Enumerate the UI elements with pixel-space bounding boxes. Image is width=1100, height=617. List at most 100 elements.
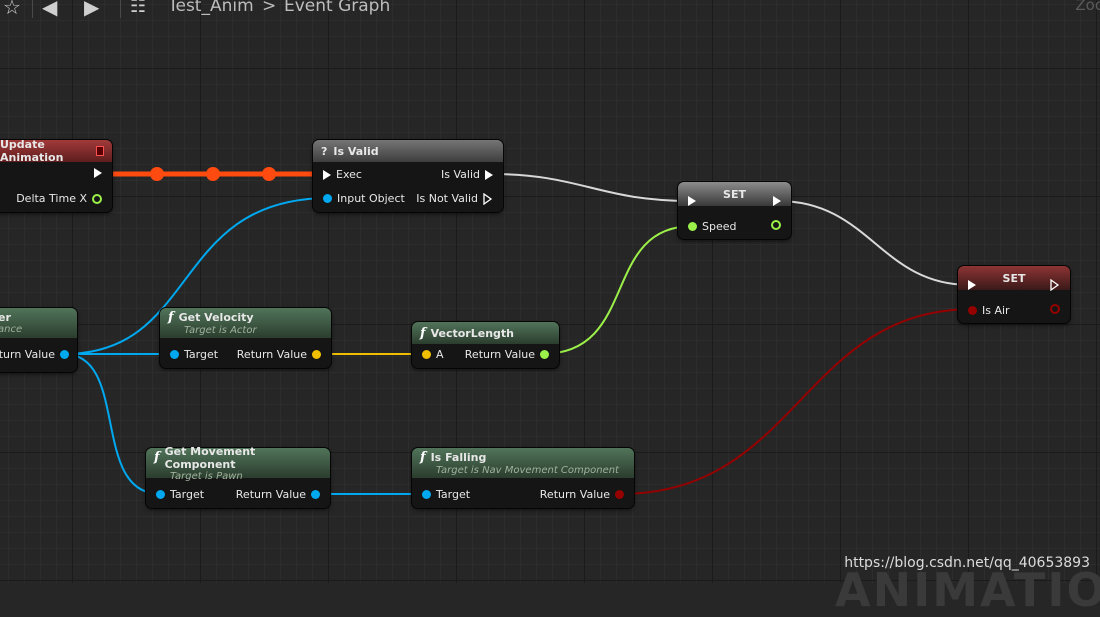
object-pin-icon (170, 350, 179, 359)
wire-flow-dot (206, 167, 220, 181)
back-arrow-icon[interactable]: ◀ (42, 0, 57, 17)
a-pin[interactable]: A (422, 348, 444, 361)
try-get-pawn-owner-node[interactable]: er ance eturn Value (0, 308, 77, 372)
background-watermark-text: ANIMATIO (835, 563, 1100, 617)
node-title: VectorLength (430, 326, 514, 340)
favorite-star-icon[interactable]: ☆ (3, 0, 21, 17)
vector-pin-icon (312, 350, 321, 359)
exec-in-pin[interactable]: Exec (323, 168, 362, 181)
pin-label: A (436, 348, 444, 361)
pin-label: Target (436, 488, 471, 501)
function-icon: f (168, 310, 174, 325)
return-value-pin[interactable]: Return Value (236, 488, 320, 501)
pin-label: Input Object (337, 192, 405, 205)
set-is-air-node[interactable]: SET Is Air (958, 266, 1070, 323)
object-pin-icon (323, 194, 332, 203)
node-subtitle: ance (0, 324, 23, 335)
speed-pin[interactable]: Speed (688, 220, 736, 233)
wire-flow-dot (262, 167, 276, 181)
pin-label: Return Value (464, 348, 535, 361)
event-delegate-icon[interactable] (95, 146, 104, 156)
vector-length-node[interactable]: f VectorLength A Return Value (412, 322, 559, 368)
target-pin[interactable]: Target (170, 348, 218, 361)
return-value-pin[interactable]: Return Value (237, 348, 321, 361)
node-title: Is Falling (430, 451, 487, 464)
get-movement-component-node[interactable]: f Get Movement Component Target is Pawn … (146, 444, 330, 508)
input-object-pin[interactable]: Input Object (323, 192, 405, 205)
update-animation-node[interactable]: Update Animation Delta Time X (0, 138, 112, 212)
function-icon: f (420, 450, 426, 465)
speed-out-pin[interactable] (771, 220, 781, 230)
target-pin[interactable]: Target (156, 488, 204, 501)
pin-label: eturn Value (0, 348, 55, 361)
target-pin[interactable]: Target (422, 488, 470, 501)
node-header: f Get Velocity Target is Actor (160, 308, 331, 338)
breadcrumb-separator: > (262, 0, 277, 16)
exec-wire-isvalid-setspeed (491, 173, 691, 202)
get-velocity-node[interactable]: f Get Velocity Target is Actor Target Re… (160, 308, 331, 368)
exec-wire-setspeed-setisair (777, 200, 971, 286)
pin-label: Is Not Valid (416, 192, 478, 205)
pin-label: Target (184, 348, 219, 361)
float-wire-length-speed (541, 225, 694, 355)
node-title: SET (723, 187, 746, 201)
bool-wire-isfalling-isair (618, 308, 975, 495)
node-title: Update Animation (0, 138, 64, 164)
graph-tree-icon[interactable]: ☷ (130, 0, 146, 17)
pin-label: Is Valid (441, 168, 480, 181)
function-icon: f (154, 450, 160, 465)
zoom-label: Zoo (1075, 0, 1100, 14)
object-pin-icon (60, 350, 69, 359)
node-title: Get Movement Component (164, 444, 256, 471)
delta-time-pin[interactable]: Delta Time X (16, 192, 102, 205)
exec-in-pin[interactable] (968, 280, 976, 290)
breadcrumb-graph[interactable]: Event Graph (284, 0, 390, 16)
return-value-pin[interactable]: Return Value (465, 348, 549, 361)
float-pin-icon (771, 220, 781, 230)
bool-pin-icon (968, 306, 977, 315)
exec-in-pin[interactable] (688, 196, 696, 206)
node-header: ? Is Valid (313, 140, 503, 162)
toolbar-divider (120, 0, 121, 18)
question-mark-icon: ? (321, 144, 328, 158)
toolbar-divider (32, 0, 33, 18)
set-speed-node[interactable]: SET Speed (678, 182, 791, 239)
exec-out-pin[interactable] (773, 196, 781, 206)
node-subtitle: Target is Actor (184, 325, 257, 336)
is-air-out-pin[interactable] (1050, 304, 1060, 314)
node-title: Is Valid (333, 144, 379, 158)
is-valid-exec-out-pin[interactable]: Is Valid (441, 168, 493, 181)
exec-arrow-icon (323, 169, 331, 180)
bool-pin-icon (615, 490, 624, 499)
float-pin-icon (688, 222, 697, 231)
return-value-pin[interactable]: eturn Value (0, 348, 69, 361)
exec-out-pin[interactable] (94, 168, 102, 178)
float-pin-icon (92, 193, 102, 204)
is-air-pin[interactable]: Is Air (968, 304, 1010, 317)
return-value-pin[interactable]: Return Value (540, 488, 624, 501)
is-not-valid-exec-out-pin[interactable]: Is Not Valid (416, 192, 493, 205)
pin-label: Return Value (235, 488, 306, 501)
pin-label: Delta Time X (16, 192, 87, 205)
node-subtitle: Target is Nav Movement Component (436, 465, 619, 476)
exec-hollow-arrow-icon (483, 192, 493, 205)
exec-arrow-icon (688, 196, 696, 206)
pin-label: Is Air (982, 304, 1010, 317)
node-title: Get Velocity (178, 311, 254, 324)
node-title: er (0, 311, 11, 324)
breadcrumb-asset[interactable]: Test_Anim (168, 0, 254, 16)
object-pin-icon (156, 490, 165, 499)
exec-arrow-icon (485, 169, 493, 180)
exec-arrow-icon (773, 196, 781, 206)
wire-flow-dot (150, 167, 164, 181)
pin-label: Return Value (539, 488, 610, 501)
forward-arrow-icon[interactable]: ▶ (84, 0, 99, 17)
exec-out-pin[interactable] (1050, 279, 1060, 291)
vector-pin-icon (422, 350, 431, 359)
node-subtitle: Target is Pawn (170, 470, 243, 482)
is-falling-node[interactable]: f Is Falling Target is Nav Movement Comp… (412, 448, 634, 508)
bool-pin-icon (1050, 304, 1060, 314)
is-valid-node[interactable]: ? Is Valid Exec Is Valid Input Object Is… (313, 140, 503, 212)
object-pin-icon (311, 490, 320, 499)
node-header: er ance (0, 308, 77, 338)
